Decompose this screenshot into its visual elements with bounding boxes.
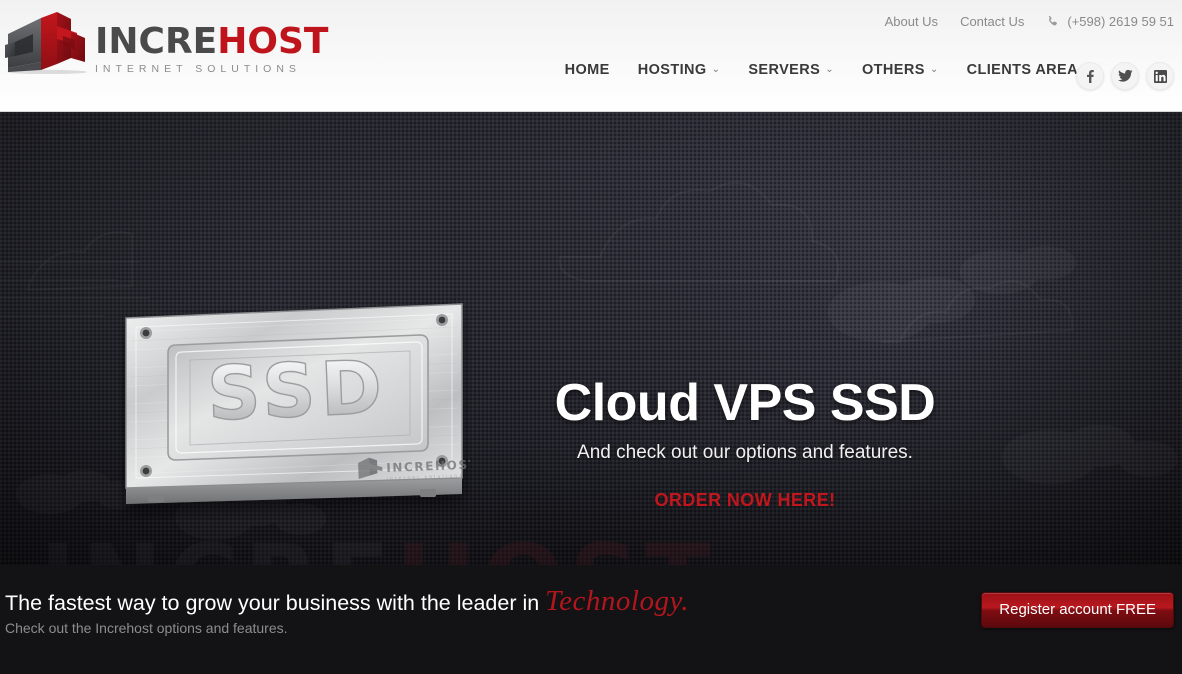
- nav-about-us[interactable]: About Us: [885, 14, 938, 29]
- main-navigation: HOME HOSTING ⌄ SERVERS ⌄ OTHERS ⌄ CLIENT…: [565, 62, 1078, 78]
- watermark-primary: INCRE: [40, 524, 396, 565]
- nav-label: HOME: [564, 62, 610, 78]
- nav-label: HOSTING: [637, 62, 707, 78]
- logo-word-accent: HOST: [217, 21, 329, 62]
- site-logo[interactable]: INCREHOST INTERNET SOLUTIONS: [5, 12, 328, 75]
- nav-contact-us[interactable]: Contact Us: [960, 14, 1024, 29]
- increhost-mark-icon: [5, 12, 89, 75]
- nav-item-others[interactable]: OTHERS ⌄: [862, 62, 939, 78]
- logo-tagline: INTERNET SOLUTIONS: [95, 63, 301, 75]
- facebook-icon: [1087, 69, 1094, 83]
- hero-slider: INCREHOST: [0, 112, 1182, 565]
- nav-item-clients-area[interactable]: CLIENTS AREA: [967, 62, 1078, 78]
- nav-item-hosting[interactable]: HOSTING ⌄: [638, 62, 721, 78]
- nav-label: SERVERS: [748, 62, 821, 78]
- nav-label: CLIENTS AREA: [966, 62, 1078, 78]
- facebook-link[interactable]: [1076, 62, 1104, 90]
- register-account-button[interactable]: Register account FREE: [981, 592, 1174, 628]
- linkedin-link[interactable]: [1146, 62, 1174, 90]
- chevron-down-icon: ⌄: [711, 64, 721, 75]
- phone-icon: [1046, 15, 1060, 29]
- utility-nav: About Us Contact Us (+598) 2619 59 51: [885, 14, 1174, 29]
- twitter-icon: [1117, 69, 1133, 82]
- chevron-down-icon: ⌄: [929, 64, 939, 75]
- hero-subtitle: And check out our options and features.: [577, 442, 913, 463]
- hero-cta-link[interactable]: ORDER NOW HERE!: [655, 490, 836, 511]
- promo-headline-emphasis: Technology.: [545, 585, 689, 617]
- logo-wordmark: INCREHOST INTERNET SOLUTIONS: [95, 12, 329, 76]
- hero-watermark: INCREHOST: [40, 532, 717, 565]
- promo-subline: Check out the Increhost options and feat…: [5, 620, 288, 636]
- ssd-drive-image: SSD INCREHOST internet solutions: [120, 298, 470, 520]
- watermark-accent: HOST: [396, 524, 717, 565]
- nav-item-home[interactable]: HOME: [565, 62, 610, 78]
- ssd-label: SSD: [206, 345, 389, 438]
- logo-word-primary: INCRE: [95, 21, 218, 62]
- phone-number-text: (+598) 2619 59 51: [1067, 14, 1174, 29]
- promo-bar: The fastest way to grow your business wi…: [0, 565, 1182, 674]
- hero-title: Cloud VPS SSD: [554, 374, 936, 432]
- social-links: [1076, 62, 1174, 90]
- promo-headline-lead: The fastest way to grow your business wi…: [5, 591, 540, 615]
- promo-headline: The fastest way to grow your business wi…: [5, 585, 689, 618]
- hero-copy: Cloud VPS SSD And check out our options …: [500, 374, 990, 511]
- linkedin-icon: [1153, 69, 1167, 83]
- twitter-link[interactable]: [1111, 62, 1139, 90]
- site-header: INCREHOST INTERNET SOLUTIONS About Us Co…: [0, 0, 1182, 112]
- nav-item-servers[interactable]: SERVERS ⌄: [748, 62, 834, 78]
- nav-label: OTHERS: [861, 62, 925, 78]
- phone-number[interactable]: (+598) 2619 59 51: [1046, 14, 1174, 29]
- chevron-down-icon: ⌄: [825, 64, 834, 75]
